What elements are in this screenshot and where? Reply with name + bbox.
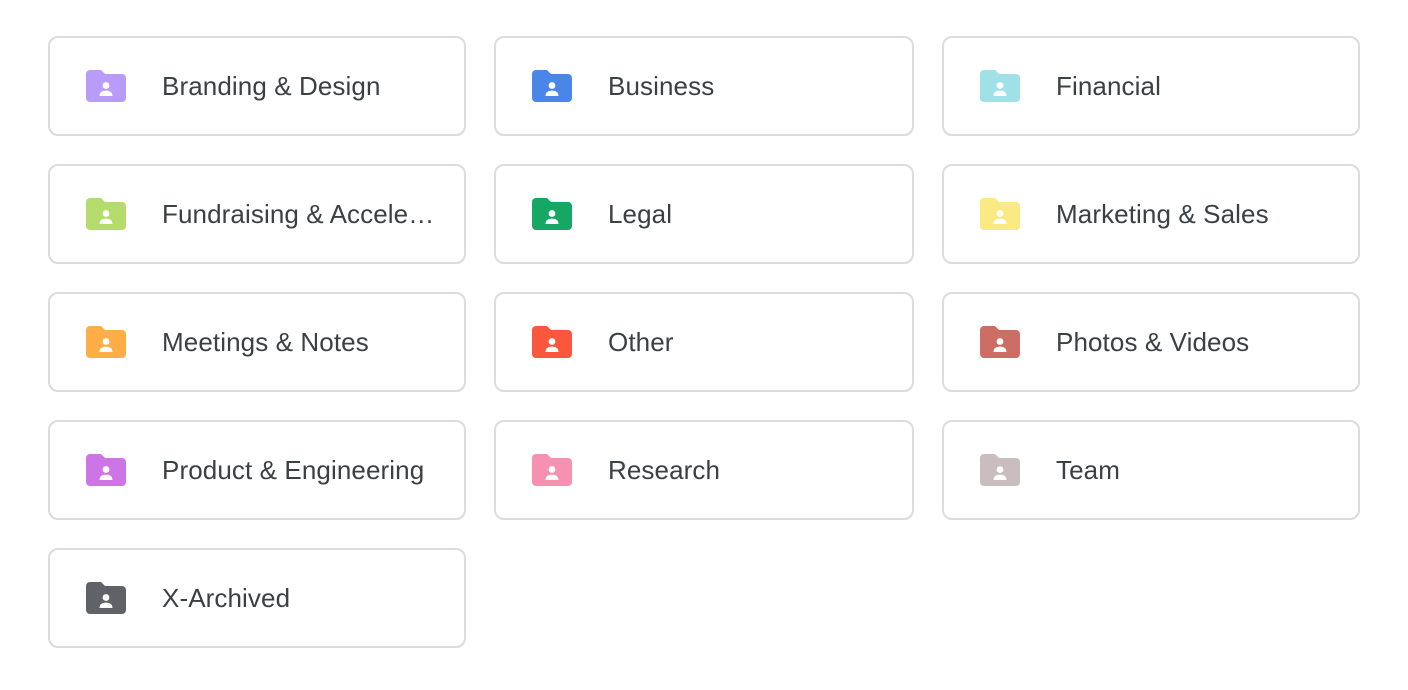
folder-card[interactable]: Fundraising & Accelerators	[48, 164, 466, 264]
folder-label: Team	[1056, 454, 1120, 485]
shared-folder-icon	[980, 70, 1020, 102]
folder-grid: Branding & Design Business Financial Fundra…	[48, 36, 1360, 648]
shared-folder-icon	[532, 454, 572, 486]
folder-label: Other	[608, 326, 674, 357]
folder-card[interactable]: Financial	[942, 36, 1360, 136]
folder-label: X-Archived	[162, 582, 291, 613]
folder-card[interactable]: Branding & Design	[48, 36, 466, 136]
folder-card[interactable]: Business	[494, 36, 914, 136]
folder-label: Photos & Videos	[1056, 326, 1250, 357]
folder-card[interactable]: Photos & Videos	[942, 292, 1360, 392]
folder-label: Research	[608, 454, 721, 485]
shared-folder-icon	[532, 198, 572, 230]
folder-card[interactable]: Research	[494, 420, 914, 520]
shared-folder-icon	[980, 198, 1020, 230]
folder-card[interactable]: Legal	[494, 164, 914, 264]
folder-card[interactable]: Meetings & Notes	[48, 292, 466, 392]
folder-card[interactable]: Marketing & Sales	[942, 164, 1360, 264]
shared-folder-icon	[86, 198, 126, 230]
folder-label: Product & Engineering	[162, 454, 425, 485]
shared-folder-icon	[980, 326, 1020, 358]
shared-folder-icon	[86, 582, 126, 614]
folder-label: Marketing & Sales	[1056, 198, 1269, 229]
shared-folder-icon	[86, 70, 126, 102]
shared-folder-icon	[532, 70, 572, 102]
folder-label: Business	[608, 70, 715, 101]
folder-card[interactable]: Other	[494, 292, 914, 392]
folder-label: Branding & Design	[162, 70, 381, 101]
folder-label: Meetings & Notes	[162, 326, 369, 357]
folder-card[interactable]: X-Archived	[48, 548, 466, 648]
folder-card[interactable]: Product & Engineering	[48, 420, 466, 520]
shared-folder-icon	[86, 454, 126, 486]
folder-card[interactable]: Team	[942, 420, 1360, 520]
shared-folder-icon	[86, 326, 126, 358]
folder-label: Legal	[608, 198, 673, 229]
shared-folder-icon	[980, 454, 1020, 486]
folder-label: Fundraising & Accelerators	[162, 198, 436, 229]
shared-folder-icon	[532, 326, 572, 358]
folder-label: Financial	[1056, 70, 1161, 101]
